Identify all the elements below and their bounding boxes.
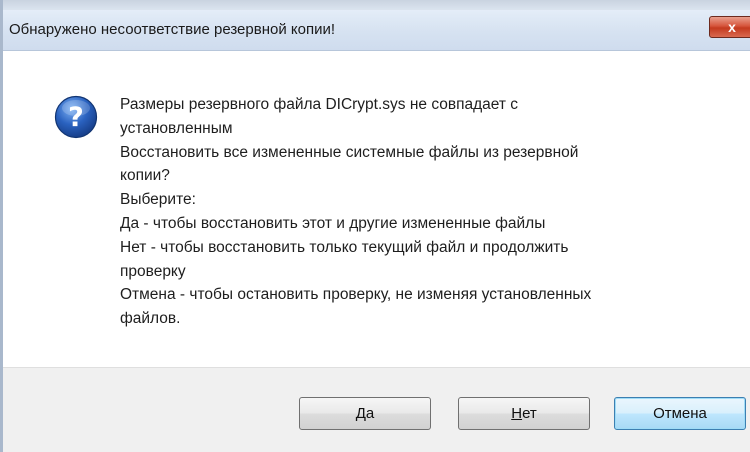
message-line: Отмена - чтобы остановить проверку, не и… [120,286,592,304]
message-line: Выберите: [120,191,196,209]
cancel-button[interactable]: Отмена [614,397,746,430]
message-line: проверку [120,262,186,280]
yes-button[interactable]: Да [299,397,431,430]
message-line: Восстановить все измененные системные фа… [120,143,579,161]
svg-text:?: ? [68,102,84,133]
title-bar[interactable]: Обнаружено несоответствие резервной копи… [3,10,750,51]
message-line: Да - чтобы восстановить этот и другие из… [120,214,546,232]
close-icon: x [728,19,736,35]
message-line: файлов. [120,310,181,328]
dialog-title: Обнаружено несоответствие резервной копи… [9,21,336,38]
question-icon: ? [54,95,98,139]
message-line: установленным [120,119,233,137]
no-accelerator: Н [511,405,523,422]
message-text: Размеры резервного файла DICrypt.sys не … [120,93,720,331]
no-label: ет [522,405,537,422]
message-line: копии? [120,167,170,185]
dialog-content: ? Размеры резервного файла DICrypt.sys н… [3,51,750,367]
message-line: Размеры резервного файла DICrypt.sys не … [120,96,519,113]
no-button[interactable]: Нет [458,397,590,430]
yes-accelerator: Д [355,405,366,422]
message-line: Нет - чтобы восстановить только текущий … [120,238,569,256]
cancel-label: Отмена [653,405,707,422]
button-bar: Да Нет Отмена [3,367,750,452]
close-button[interactable]: x [709,16,750,38]
yes-label: а [365,405,375,422]
dialog-window: Обнаружено несоответствие резервной копи… [0,0,750,452]
